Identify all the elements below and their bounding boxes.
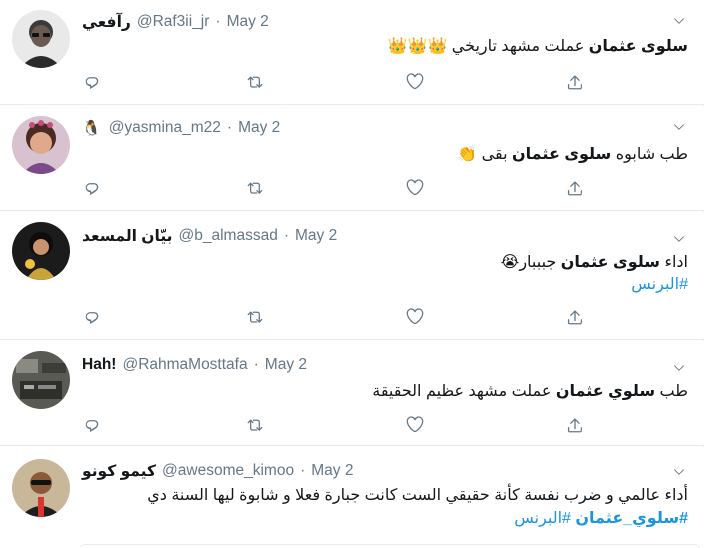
text-pre: طب	[655, 383, 688, 400]
avatar[interactable]	[12, 116, 70, 174]
separator: ·	[215, 13, 221, 30]
avatar[interactable]	[12, 222, 70, 280]
hashtag-link[interactable]: #البرنس	[514, 510, 571, 527]
tweet-item[interactable]: كيمو كونو @awesome_kimoo · May 2 أداء عا…	[0, 447, 704, 548]
tweet-text: طب سلوي عثمان عملت مشهد عظيم الحقيقة	[82, 381, 688, 403]
text-pre: اداء	[660, 254, 688, 271]
tweet-item[interactable]: بيّان المسعد @b_almassad · May 2 اداء سل…	[0, 212, 704, 340]
separator: ·	[226, 119, 233, 136]
action-bar	[82, 72, 592, 94]
share-icon[interactable]	[565, 178, 587, 200]
handle[interactable]: @yasmina_m22	[109, 119, 221, 137]
chevron-down-icon[interactable]	[672, 361, 686, 375]
reply-icon[interactable]	[82, 72, 104, 94]
display-name[interactable]: بيّان المسعد	[82, 227, 173, 246]
display-name[interactable]: Hah!	[82, 356, 116, 374]
chevron-down-icon[interactable]	[672, 120, 686, 134]
like-icon[interactable]	[405, 72, 427, 94]
crown-emoji: 👑👑👑	[387, 38, 448, 55]
tweet-item[interactable]: Hah! @RahmaMosttafa · May 2 طب سلوي عثما…	[0, 341, 704, 446]
like-icon[interactable]	[405, 307, 427, 329]
embedded-card-edge	[80, 544, 700, 548]
like-icon[interactable]	[405, 178, 427, 200]
tweet-feed: رآفعي @Raf3ii_jr · May 2 سلوى عثمان عملت…	[0, 0, 704, 548]
mention-bold: سلوى عثمان	[588, 38, 688, 55]
text-rest: بقى	[477, 146, 513, 163]
text-line: أداء عالمي و ضرب نفسة كأنة حقيقي الست كا…	[147, 487, 688, 504]
tweet-date[interactable]: May 2	[227, 13, 269, 31]
action-bar	[82, 307, 592, 329]
tweet-date[interactable]: May 2	[295, 227, 337, 245]
tweet-text: اداء سلوى عثمان جبببار😭	[82, 252, 688, 274]
reply-icon[interactable]	[82, 178, 104, 200]
share-icon[interactable]	[565, 72, 587, 94]
mention-bold: سلوى عثمان	[512, 146, 612, 163]
chevron-down-icon[interactable]	[672, 14, 686, 28]
hashtag-link[interactable]: #سلوي_عثمان	[575, 510, 688, 527]
action-bar	[82, 415, 592, 437]
text-rest: جبببار	[519, 254, 561, 271]
tweet-text: أداء عالمي و ضرب نفسة كأنة حقيقي الست كا…	[82, 485, 688, 507]
text-rest: عملت مشهد عظيم الحقيقة	[372, 383, 556, 400]
tweet-date[interactable]: May 2	[311, 462, 353, 480]
handle[interactable]: @awesome_kimoo	[162, 462, 294, 480]
tweet-date[interactable]: May 2	[238, 119, 280, 137]
reply-icon[interactable]	[82, 415, 104, 437]
tweet-hashtag-line: #البرنس	[82, 274, 688, 296]
tweet-item[interactable]: رآفعي @Raf3ii_jr · May 2 سلوى عثمان عملت…	[0, 0, 704, 105]
action-bar	[82, 178, 592, 200]
text-pre: طب شابوه	[611, 146, 688, 163]
text-rest: عملت مشهد تاريخي	[447, 38, 589, 55]
handle[interactable]: @Raf3ii_jr	[137, 13, 210, 31]
chevron-down-icon[interactable]	[672, 465, 686, 479]
display-name[interactable]: رآفعي	[82, 13, 131, 32]
avatar[interactable]	[12, 10, 70, 68]
tweet-header: كيمو كونو @awesome_kimoo · May 2	[82, 461, 353, 481]
handle[interactable]: @b_almassad	[179, 227, 278, 245]
crying-emoji: 😭	[500, 254, 520, 271]
tweet-text: طب شابوه سلوى عثمان بقى 👏	[82, 144, 688, 166]
hashtag-link[interactable]: #البرنس	[631, 276, 688, 293]
chevron-down-icon[interactable]	[672, 232, 686, 246]
like-icon[interactable]	[405, 415, 427, 437]
mention-bold: سلوى عثمان	[560, 254, 661, 271]
reply-icon[interactable]	[82, 307, 104, 329]
retweet-icon[interactable]	[245, 178, 267, 200]
tweet-header: Hah! @RahmaMosttafa · May 2	[82, 355, 307, 375]
retweet-icon[interactable]	[245, 72, 267, 94]
tweet-text: سلوى عثمان عملت مشهد تاريخي 👑👑👑	[82, 36, 688, 58]
tweet-header: رآفعي @Raf3ii_jr · May 2	[82, 12, 269, 32]
avatar[interactable]	[12, 459, 70, 517]
handle[interactable]: @RahmaMosttafa	[122, 356, 247, 374]
tweet-header: 🐧 @yasmina_m22 · May 2	[82, 118, 280, 138]
avatar[interactable]	[12, 351, 70, 409]
retweet-icon[interactable]	[245, 307, 267, 329]
display-name[interactable]: كيمو كونو	[82, 462, 156, 481]
clap-emoji: 👏	[457, 146, 478, 163]
separator: ·	[300, 462, 306, 479]
tweet-hashtag-line: #سلوي_عثمان #البرنس	[82, 508, 688, 530]
penguin-emoji[interactable]: 🐧	[82, 119, 101, 137]
share-icon[interactable]	[565, 307, 587, 329]
separator: ·	[253, 356, 259, 373]
tweet-date[interactable]: May 2	[265, 356, 307, 374]
tweet-item[interactable]: 🐧 @yasmina_m22 · May 2 طب شابوه سلوى عثم…	[0, 106, 704, 211]
tweet-header: بيّان المسعد @b_almassad · May 2	[82, 226, 337, 246]
mention-bold: سلوي عثمان	[555, 383, 656, 400]
separator: ·	[283, 227, 289, 244]
share-icon[interactable]	[565, 415, 587, 437]
retweet-icon[interactable]	[245, 415, 267, 437]
